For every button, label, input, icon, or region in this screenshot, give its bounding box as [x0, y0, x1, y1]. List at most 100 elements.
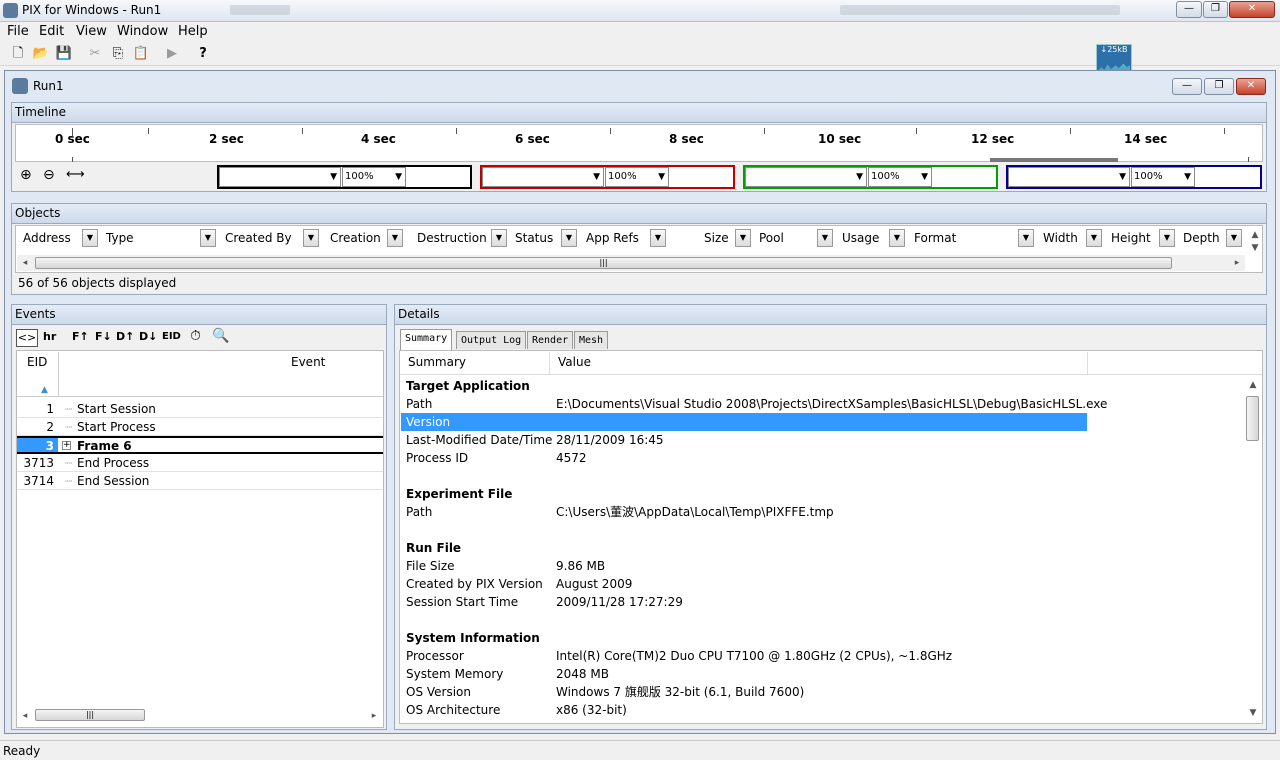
col-type[interactable]: Type	[106, 227, 134, 249]
event-eid: 2	[46, 420, 54, 434]
zoom-in-icon[interactable]: ⊕	[20, 167, 32, 183]
events-view-toggle[interactable]: <>	[16, 329, 38, 347]
col-app-refs[interactable]: App Refs	[586, 227, 639, 249]
col-format[interactable]: Format	[914, 227, 956, 249]
col-address[interactable]: Address	[23, 227, 71, 249]
counter-select[interactable]: ▼	[745, 167, 867, 187]
counter-zoom-select[interactable]: 100% ▼	[1131, 167, 1195, 187]
col-usage[interactable]: Usage	[842, 227, 879, 249]
tab-mesh[interactable]: Mesh	[574, 331, 609, 349]
col-dropdown-icon[interactable]: ▼	[200, 229, 216, 247]
scroll-left-icon[interactable]: ◂	[17, 255, 33, 271]
details-col-summary[interactable]: Summary	[408, 355, 466, 369]
col-height[interactable]: Height	[1111, 227, 1151, 249]
menu-window[interactable]: Window	[117, 24, 168, 39]
col-creation[interactable]: Creation	[330, 227, 381, 249]
expand-icon[interactable]: +	[62, 441, 71, 450]
prev-draw-button[interactable]: D↑	[116, 330, 134, 343]
col-width[interactable]: Width	[1043, 227, 1078, 249]
events-hscroll-thumb[interactable]: |||	[35, 709, 145, 721]
col-dropdown-icon[interactable]: ▼	[303, 229, 319, 247]
col-created-by[interactable]: Created By	[225, 227, 292, 249]
menu-view[interactable]: View	[76, 24, 107, 39]
help-icon[interactable]: ?	[194, 45, 212, 63]
col-dropdown-icon[interactable]: ▼	[491, 229, 507, 247]
col-dropdown-icon[interactable]: ▼	[817, 229, 833, 247]
event-row[interactable]: 2 ┈ Start Process	[17, 418, 383, 436]
run-minimize-button[interactable]: —	[1172, 78, 1202, 95]
details-vscroll-thumb[interactable]	[1246, 396, 1259, 441]
col-dropdown-icon[interactable]: ▼	[1226, 229, 1242, 247]
menu-edit[interactable]: Edit	[39, 24, 64, 39]
scroll-down-icon[interactable]: ▼	[1245, 705, 1261, 721]
prev-frame-button[interactable]: F↑	[72, 330, 89, 343]
tab-summary[interactable]: Summary	[400, 329, 453, 350]
counter-zoom-select[interactable]: 100% ▼	[342, 167, 406, 187]
counter-zoom-select[interactable]: 100% ▼	[605, 167, 669, 187]
scroll-up-icon[interactable]: ▲	[1245, 377, 1261, 393]
counter-zoom-select[interactable]: 100% ▼	[868, 167, 932, 187]
run-icon[interactable]: ▶	[163, 45, 181, 63]
col-dropdown-icon[interactable]: ▼	[387, 229, 403, 247]
col-divider[interactable]	[549, 352, 550, 374]
search-icon[interactable]: 🔍	[212, 328, 229, 344]
copy-icon[interactable]: ⎘	[109, 45, 127, 63]
new-file-icon[interactable]: 🗋	[9, 45, 27, 63]
event-row-selected[interactable]: 3 + Frame 6	[17, 436, 383, 454]
timeline-header: Timeline	[12, 103, 1266, 123]
scroll-down-icon[interactable]: ▼	[1247, 240, 1263, 256]
events-col-event[interactable]: Event	[291, 355, 325, 369]
col-dropdown-icon[interactable]: ▼	[82, 229, 98, 247]
maximize-button[interactable]: ❐	[1203, 1, 1228, 18]
event-row[interactable]: 3714 ┈ End Session	[17, 472, 383, 490]
menu-help[interactable]: Help	[178, 24, 208, 39]
col-depth[interactable]: Depth	[1183, 227, 1220, 249]
events-col-eid[interactable]: EID	[27, 355, 47, 369]
open-folder-icon[interactable]: 📂	[32, 45, 50, 63]
scroll-right-icon[interactable]: ▸	[1229, 255, 1245, 271]
event-row[interactable]: 3713 ┈ End Process	[17, 454, 383, 472]
close-button[interactable]: ✕	[1229, 1, 1275, 18]
details-col-value[interactable]: Value	[558, 355, 591, 369]
cut-icon[interactable]: ✂	[86, 45, 104, 63]
col-divider[interactable]	[1087, 352, 1088, 374]
col-pool[interactable]: Pool	[759, 227, 784, 249]
col-destruction[interactable]: Destruction	[417, 227, 487, 249]
scroll-left-icon[interactable]: ◂	[17, 708, 33, 724]
tab-render[interactable]: Render	[527, 331, 574, 349]
run-close-button[interactable]: ✕	[1236, 78, 1266, 95]
col-divider[interactable]	[58, 352, 59, 396]
col-dropdown-icon[interactable]: ▼	[735, 229, 751, 247]
menu-file[interactable]: File	[7, 24, 29, 39]
col-size[interactable]: Size	[704, 227, 729, 249]
timeline-ruler[interactable]	[15, 124, 1263, 162]
counter-select[interactable]: ▼	[219, 167, 341, 187]
zoom-fit-icon[interactable]: ⟷	[66, 167, 85, 182]
save-icon[interactable]: 💾	[55, 45, 73, 63]
col-dropdown-icon[interactable]: ▼	[1159, 229, 1175, 247]
col-dropdown-icon[interactable]: ▼	[1018, 229, 1034, 247]
stopwatch-icon[interactable]: ⏱	[190, 328, 201, 344]
objects-hscroll-thumb[interactable]: |||	[35, 257, 1172, 269]
col-dropdown-icon[interactable]: ▼	[1086, 229, 1102, 247]
scroll-right-icon[interactable]: ▸	[366, 708, 382, 724]
counter-select[interactable]: ▼	[482, 167, 604, 187]
col-dropdown-icon[interactable]: ▼	[561, 229, 577, 247]
goto-eid-button[interactable]: EID	[162, 331, 181, 342]
next-frame-button[interactable]: F↓	[95, 330, 112, 343]
tab-output-log[interactable]: Output Log	[456, 331, 527, 349]
zoom-out-icon[interactable]: ⊖	[43, 167, 55, 183]
counter-select[interactable]: ▼	[1008, 167, 1130, 187]
col-dropdown-icon[interactable]: ▼	[889, 229, 905, 247]
minimize-button[interactable]: —	[1176, 1, 1202, 18]
paste-icon[interactable]: 📋	[132, 45, 150, 63]
timeline-selection[interactable]	[990, 158, 1118, 162]
next-draw-button[interactable]: D↓	[139, 330, 157, 343]
detail-value: 4572	[556, 451, 587, 465]
event-row[interactable]: 1 ┈ Start Session	[17, 400, 383, 418]
run-restore-button[interactable]: ❐	[1204, 78, 1234, 95]
selected-detail-row[interactable]	[401, 413, 1087, 431]
col-dropdown-icon[interactable]: ▼	[650, 229, 666, 247]
col-status[interactable]: Status	[515, 227, 553, 249]
events-hr-button[interactable]: hr	[43, 330, 56, 343]
